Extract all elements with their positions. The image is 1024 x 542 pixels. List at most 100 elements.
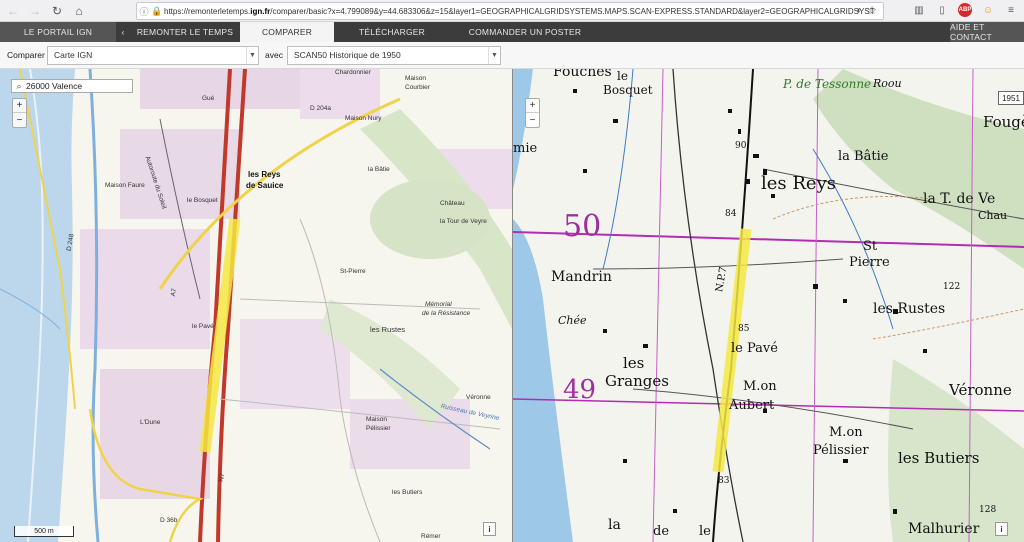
map-label: de (653, 524, 670, 539)
map-label: N7 (217, 472, 227, 483)
map-label: la Bâtie (838, 149, 889, 164)
map-label: le Bosquet (187, 197, 218, 204)
map-label: Chardonnier (335, 69, 371, 76)
map-label: Chée (558, 314, 587, 327)
left-layer-select[interactable]: Carte IGN ▼ (47, 45, 259, 65)
map-label: Pélissier (813, 443, 869, 458)
map-label: Gué (202, 95, 215, 102)
reload-icon[interactable]: ↻ (48, 2, 66, 20)
nav-aide-contact[interactable]: AIDE ET CONTACT (950, 22, 1024, 42)
right-layer-select[interactable]: SCAN50 Historique de 1950 ▼ (286, 45, 501, 65)
year-badge: 1951 (998, 91, 1024, 105)
map-label: Roou (873, 77, 902, 90)
zoom-out-button[interactable]: − (526, 113, 539, 127)
chevron-down-icon: ▼ (246, 46, 258, 64)
map-label: Maison (405, 75, 426, 82)
map-label: 83 (718, 476, 730, 486)
nav-telecharger[interactable]: TÉLÉCHARGER (334, 22, 450, 42)
search-input[interactable]: ⌕ 26000 Valence (11, 79, 133, 93)
map-label: 90 (735, 141, 747, 151)
map-label: le (617, 69, 628, 83)
map-label: le Pavé (731, 341, 778, 356)
map-label: M.on (743, 379, 777, 394)
back-arrow-icon[interactable]: ← (4, 2, 22, 20)
map-label: les Butiers (392, 489, 423, 496)
lock-icon[interactable]: 🔒 (151, 6, 162, 17)
map-label: la (608, 517, 621, 533)
map-label: de la Résistance (422, 310, 471, 317)
map-label: mie (513, 141, 538, 156)
library-icon[interactable]: ▥ (912, 3, 926, 17)
bookmark-star-icon[interactable]: ☆ (867, 4, 877, 17)
menu-icon[interactable]: ≡ (1004, 3, 1018, 17)
map-label: Maison (366, 416, 387, 423)
left-layer-value: Carte IGN (54, 50, 93, 60)
left-info-button[interactable]: i (483, 522, 496, 536)
info-circle-icon[interactable]: ⓘ (137, 5, 151, 18)
left-map[interactable]: Chardonnier Maison Courbier D 204a Maiso… (0, 69, 512, 542)
browser-toolbar: ← → ↻ ⌂ ⓘ 🔒 https://remonterletemps.ign.… (0, 0, 1024, 22)
compare-label: Comparer (7, 50, 45, 60)
map-label: Pierre (849, 255, 890, 270)
home-icon[interactable]: ⌂ (70, 2, 88, 20)
map-label: A7 (169, 287, 179, 298)
right-map[interactable]: Fouches le Bosquet P. de Tessonne Roou F… (513, 69, 1024, 542)
map-label: la Bâtie (368, 166, 390, 173)
map-label: Fougè (983, 113, 1024, 131)
sidebar-icon[interactable]: ▯ (935, 3, 949, 17)
map-label: Pélissier (366, 425, 391, 432)
grid-label: 50 (563, 209, 602, 244)
right-zoom-control: + − (525, 98, 540, 128)
right-info-button[interactable]: i (995, 522, 1008, 536)
adblock-extension-icon[interactable]: ABP (958, 3, 972, 17)
map-label: les (623, 354, 645, 372)
pocket-icon[interactable]: ◖ (856, 5, 861, 15)
smiley-extension-icon[interactable]: ☺ (981, 3, 995, 17)
map-label: la Tour de Veyre (440, 218, 487, 225)
map-label: Château (440, 200, 465, 207)
map-label: Maison Nury (345, 115, 382, 122)
address-bar[interactable]: ⓘ 🔒 https://remonterletemps.ign.fr/compa… (136, 2, 884, 20)
map-label: Aubert (729, 398, 775, 413)
url-text: https://remonterletemps.ign.fr/comparer/… (164, 6, 875, 16)
map-label: St (863, 239, 878, 254)
map-label: L'Dune (140, 419, 161, 426)
forward-arrow-icon[interactable]: → (26, 2, 44, 20)
zoom-in-button[interactable]: + (526, 99, 539, 113)
map-label: Rémer (421, 533, 441, 540)
nav-commander-poster[interactable]: COMMANDER UN POSTER (450, 22, 600, 42)
map-label: Granges (605, 372, 669, 390)
map-label: D 36b (160, 517, 178, 524)
map-label: les Rustes (370, 325, 406, 334)
map-label: les Rustes (873, 301, 946, 317)
nav-comparer[interactable]: COMPARER (240, 22, 334, 42)
chevron-down-icon: ▼ (487, 46, 500, 64)
zoom-in-button[interactable]: + (13, 99, 26, 113)
search-value: 26000 Valence (26, 81, 83, 91)
nav-remonter-le-temps[interactable]: REMONTER LE TEMPS (130, 22, 240, 42)
nav-back-chevron-icon[interactable]: ‹ (116, 22, 130, 42)
map-label: Mandrin (551, 269, 612, 285)
left-zoom-control: + − (12, 98, 27, 128)
map-label: Chau (978, 209, 1008, 222)
map-label: de Sauice (246, 181, 284, 190)
map-label: 85 (738, 324, 750, 334)
grid-label: 49 (563, 375, 597, 405)
map-label: 84 (725, 209, 737, 219)
map-label: la T. de Ve (923, 191, 996, 207)
map-label: D 204a (310, 105, 331, 112)
avec-label: avec (265, 50, 283, 60)
map-label: Véronne (949, 381, 1012, 399)
compare-toolbar: Comparer Carte IGN ▼ avec SCAN50 Histori… (0, 42, 1024, 69)
page-actions-icon[interactable]: ··· (833, 5, 843, 16)
map-label: Fouches (553, 69, 612, 80)
scale-bar: 500 m (14, 526, 74, 537)
map-label: Bosquet (603, 83, 653, 97)
right-map-canvas (513, 69, 1024, 542)
map-label: le (699, 524, 711, 539)
zoom-out-button[interactable]: − (13, 113, 26, 127)
search-icon: ⌕ (16, 80, 22, 91)
site-navigation: LE PORTAIL IGN ‹ REMONTER LE TEMPS COMPA… (0, 22, 1024, 42)
map-label: P. de Tessonne (783, 77, 872, 91)
nav-portal-ign[interactable]: LE PORTAIL IGN (0, 22, 116, 42)
